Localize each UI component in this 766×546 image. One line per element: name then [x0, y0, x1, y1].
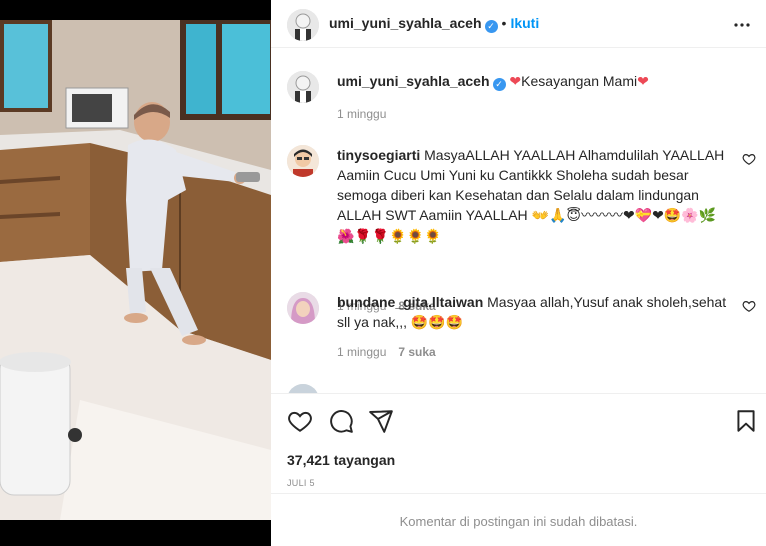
verified-badge-icon: ✓ — [492, 78, 506, 91]
avatar-image — [287, 71, 319, 103]
heart-emoji-icon: ❤ — [509, 73, 522, 89]
comment-username[interactable]: bundane_gita.lltaiwan — [337, 294, 483, 310]
avatar-image — [287, 384, 319, 393]
comment-meta: 1 minggu 7 suka — [337, 345, 436, 359]
more-options-icon[interactable] — [733, 16, 751, 34]
post-header: umi_yuni_syahla_aceh ✓ • Ikuti — [271, 0, 766, 48]
save-bookmark-icon[interactable] — [733, 408, 759, 434]
commenter-avatar[interactable] — [287, 145, 319, 177]
post-media[interactable] — [0, 0, 271, 546]
header-line: umi_yuni_syahla_aceh ✓ • Ikuti — [329, 15, 539, 33]
heart-emoji-icon: ❤ — [637, 73, 649, 89]
follow-button[interactable]: Ikuti — [510, 15, 539, 31]
share-send-icon[interactable] — [368, 408, 394, 434]
caption-text: Kesayangan Mami — [521, 73, 638, 89]
view-count[interactable]: 37,421 tayangan — [287, 452, 395, 468]
avatar-image — [287, 9, 319, 41]
comment-emoji: 🤩🤩🤩 — [410, 315, 464, 331]
comment-bubble-icon[interactable] — [328, 408, 354, 434]
commenter-avatar[interactable] — [287, 292, 319, 324]
caption-time[interactable]: 1 minggu — [337, 107, 386, 121]
caption-avatar[interactable] — [287, 71, 319, 103]
comment-footer: Komentar di postingan ini sudah dibatasi… — [271, 493, 766, 546]
verified-badge-icon: ✓ — [484, 20, 498, 33]
author-username[interactable]: umi_yuni_syahla_aceh — [329, 15, 482, 31]
like-comment-heart-icon[interactable] — [742, 299, 756, 313]
post-photo — [0, 0, 271, 546]
comment-likes[interactable]: 7 suka — [398, 345, 435, 359]
like-comment-heart-icon[interactable] — [742, 152, 756, 166]
avatar-image — [287, 145, 319, 177]
post-date[interactable]: JULI 5 — [287, 478, 315, 488]
post-panel: umi_yuni_syahla_aceh ✓ • Ikuti umi_yuni_sya… — [271, 0, 766, 546]
post-actions: 37,421 tayangan JULI 5 — [271, 393, 766, 493]
author-avatar[interactable] — [287, 9, 319, 41]
avatar-image — [287, 292, 319, 324]
comment-time[interactable]: 1 minggu — [337, 345, 386, 359]
caption-username[interactable]: umi_yuni_syahla_aceh — [337, 73, 490, 89]
comment-text-block: tinysoegiarti MasyaALLAH YAALLAH Alhamdu… — [337, 145, 729, 247]
caption-meta: 1 minggu — [337, 107, 386, 121]
comment-text-block: bundane_gita.lltaiwan Masyaa allah,Yusuf… — [337, 292, 729, 333]
comments-restricted-notice: Komentar di postingan ini sudah dibatasi… — [399, 514, 638, 529]
like-heart-icon[interactable] — [287, 408, 313, 434]
separator-dot: • — [501, 15, 507, 31]
comments-list[interactable]: umi_yuni_syahla_aceh ✓ ❤Kesayangan Mami❤ … — [271, 48, 766, 393]
commenter-avatar-partial[interactable] — [287, 384, 319, 393]
comment-username[interactable]: tinysoegiarti — [337, 147, 420, 163]
caption-text-line: umi_yuni_syahla_aceh ✓ ❤Kesayangan Mami❤ — [337, 71, 729, 91]
